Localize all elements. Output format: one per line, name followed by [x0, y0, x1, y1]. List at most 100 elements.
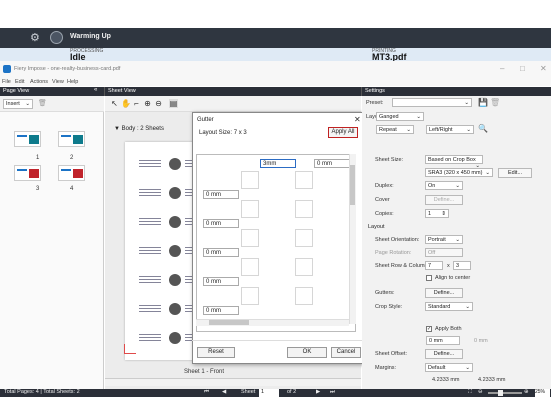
- times-label: x: [447, 263, 450, 269]
- edit-sheet-size-button[interactable]: Edit...: [498, 168, 532, 178]
- fit-icon[interactable]: ⛶: [468, 389, 472, 396]
- server-status-title: Warming Up: [70, 33, 111, 40]
- apply-both-checkbox[interactable]: ✓: [426, 326, 432, 332]
- crop-style-dropdown[interactable]: Standard ⌄: [425, 302, 473, 311]
- page-icon[interactable]: ▤: [169, 99, 178, 108]
- cover-define-button[interactable]: Define...: [425, 195, 463, 205]
- rows-value: 7: [428, 263, 432, 269]
- rows-stepper[interactable]: 7: [425, 261, 443, 270]
- triangle-down-icon: ▼: [114, 126, 122, 132]
- sheet-view-title: Sheet View: [108, 88, 136, 94]
- minimize-button[interactable]: –: [500, 64, 504, 73]
- copies-value: 1: [428, 211, 432, 217]
- horizontal-gutter-input-1[interactable]: 0 mm: [203, 190, 239, 199]
- rotation-dropdown[interactable]: Off: [425, 248, 463, 257]
- page-view-header: Page View: [0, 87, 104, 96]
- page-thumbnail-4[interactable]: [58, 165, 85, 181]
- maximize-button[interactable]: □: [520, 64, 525, 73]
- last-sheet-icon[interactable]: ⏭: [330, 389, 335, 396]
- menu-file[interactable]: File: [2, 79, 11, 85]
- sheet-horizontal-scrollbar[interactable]: [105, 378, 361, 386]
- gear-icon[interactable]: ⚙: [30, 31, 44, 45]
- close-window-button[interactable]: ✕: [540, 64, 547, 73]
- next-sheet-icon[interactable]: ▶: [316, 389, 320, 395]
- trash-icon[interactable]: 🗑: [490, 98, 500, 107]
- sheet-view-header: Sheet View: [105, 87, 361, 96]
- clock-icon: [50, 31, 63, 44]
- grid-cell: [295, 200, 313, 218]
- hand-icon[interactable]: ✋: [121, 99, 131, 108]
- duplex-dropdown[interactable]: On ⌄: [425, 181, 463, 190]
- columns-stepper[interactable]: 3: [453, 261, 471, 270]
- chevron-down-icon: ⌄: [466, 127, 471, 133]
- chevron-down-icon: ⌄: [25, 101, 30, 107]
- pointer-icon[interactable]: ↖: [110, 99, 119, 108]
- first-sheet-icon[interactable]: ⏮: [204, 389, 209, 396]
- horizontal-gutter-input-3[interactable]: 0 mm: [203, 248, 239, 257]
- cancel-button[interactable]: Cancel: [331, 347, 361, 358]
- duplex-label: Duplex:: [375, 183, 394, 189]
- gutter-horizontal-scroll-thumb[interactable]: [209, 320, 249, 325]
- page-number-3: 3: [36, 186, 40, 192]
- vertical-gutter-input-1[interactable]: 3mm: [260, 159, 296, 168]
- horizontal-gutter-input-5[interactable]: 0 mm: [203, 306, 239, 315]
- zoom-slider[interactable]: [488, 392, 522, 394]
- horizontal-gutter-input-4[interactable]: 0 mm: [203, 277, 239, 286]
- zoom-slider-handle[interactable]: [498, 390, 503, 396]
- zoom-out-icon[interactable]: ⊖: [478, 389, 483, 395]
- magnify-icon[interactable]: 🔍: [478, 124, 488, 133]
- horizontal-gutter-input-2[interactable]: 0 mm: [203, 219, 239, 228]
- copies-stepper[interactable]: 1 ⇕: [425, 209, 449, 218]
- zoom-percent-field[interactable]: 25%: [535, 389, 550, 397]
- menu-edit[interactable]: Edit: [15, 79, 24, 85]
- zoom-in-icon[interactable]: ⊕: [524, 389, 529, 395]
- close-dialog-icon[interactable]: ✕: [354, 115, 361, 124]
- insert-dropdown[interactable]: Insert ⌄: [3, 99, 33, 109]
- offset-define-button[interactable]: Define...: [425, 349, 463, 359]
- vertical-gutter-input-2[interactable]: 0 mm: [314, 159, 350, 168]
- zoom-in-icon[interactable]: ⊕: [143, 99, 152, 108]
- gutter-grid: 3mm 0 mm 0 mm 0 mm 0 mm 0 mm 0 mm: [196, 154, 356, 332]
- trash-icon[interactable]: 🗑: [38, 99, 47, 107]
- prev-sheet-icon[interactable]: ◀: [222, 389, 226, 395]
- menu-view[interactable]: View: [52, 79, 64, 85]
- save-icon[interactable]: 💾: [478, 98, 488, 107]
- orientation-dropdown[interactable]: Portrait ⌄: [425, 235, 463, 244]
- sheet-label: Sheet 1 - Front: [184, 369, 225, 375]
- reset-button[interactable]: Reset: [197, 347, 235, 358]
- grid-cell: [241, 287, 259, 305]
- ok-button[interactable]: OK: [287, 347, 327, 358]
- menu-help[interactable]: Help: [67, 79, 78, 85]
- margins-dropdown[interactable]: Default ⌄: [425, 363, 473, 372]
- align-center-label: Align to center: [435, 275, 471, 281]
- bleed-input-a[interactable]: 0 mm: [426, 336, 460, 345]
- page-thumbnail-1[interactable]: [14, 131, 41, 147]
- sheet-number-input[interactable]: 1: [259, 389, 279, 397]
- page-thumbnail-2[interactable]: [58, 131, 85, 147]
- gutter-vertical-scroll-thumb[interactable]: [350, 165, 355, 205]
- layout-dropdown[interactable]: Ganged ⌄: [376, 112, 424, 121]
- page-thumbnail-3[interactable]: [14, 165, 41, 181]
- orientation-label: Sheet Orientation:: [375, 237, 420, 243]
- body-sheets-label[interactable]: ▼ Body : 2 Sheets: [114, 126, 164, 132]
- business-card-row: [139, 185, 195, 203]
- card-back: [29, 135, 39, 144]
- zoom-out-icon[interactable]: ⊖: [154, 99, 163, 108]
- grid-cell: [241, 229, 259, 247]
- card-back: [73, 169, 83, 178]
- sheet-size-dropdown[interactable]: SRA3 (320 x 450 mm) ⌄: [425, 168, 493, 177]
- mode-dropdown[interactable]: Repeat ⌄: [376, 125, 414, 134]
- apply-all-button[interactable]: Apply All: [328, 127, 358, 138]
- order-dropdown[interactable]: Left/Right ⌄: [426, 125, 474, 134]
- grid-cell: [241, 200, 259, 218]
- collapse-icon[interactable]: «: [94, 87, 97, 93]
- sheet-size-basis-dropdown[interactable]: Based on Crop Box ⌄: [425, 155, 483, 169]
- align-center-checkbox[interactable]: [426, 275, 432, 281]
- orientation-value: Portrait: [428, 237, 446, 243]
- page-number-4: 4: [70, 186, 74, 192]
- gutters-define-button[interactable]: Define...: [425, 288, 463, 298]
- preset-dropdown[interactable]: ⌄: [392, 98, 472, 107]
- sheet-size-basis-value: Based on Crop Box: [428, 157, 476, 163]
- menu-actions[interactable]: Actions: [30, 79, 48, 85]
- trim-icon[interactable]: ⌐: [132, 99, 141, 108]
